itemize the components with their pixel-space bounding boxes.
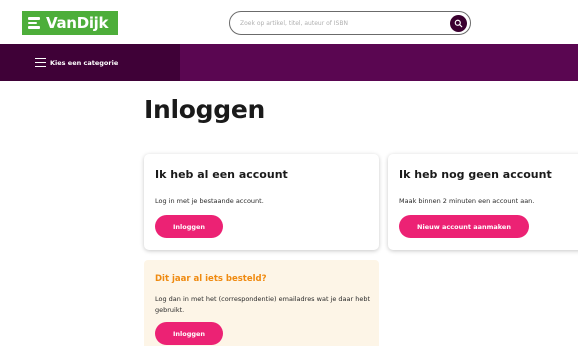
order-email-login-button[interactable]: Inloggen (155, 322, 223, 345)
category-menu-label: Kies een categorie (50, 58, 119, 67)
page-title: Inloggen (144, 95, 265, 124)
search-input[interactable] (240, 14, 440, 32)
card-title: Ik heb nog geen account (399, 168, 552, 181)
card-text: Log dan in met het (correspondentie) ema… (155, 295, 371, 314)
logo-text: VanDijk (46, 14, 109, 32)
create-account-button[interactable]: Nieuw account aanmaken (399, 215, 529, 238)
category-menu-button[interactable]: Kies een categorie (0, 44, 180, 81)
vandijk-logo[interactable]: VanDijk (22, 11, 118, 35)
logo-lines-icon (28, 17, 42, 29)
site-header: VanDijk (0, 0, 578, 44)
hamburger-menu-icon (35, 58, 46, 67)
card-text: Log in met je bestaande account. (155, 197, 264, 205)
search-bar (229, 11, 471, 35)
card-title: Ik heb al een account (155, 168, 288, 181)
prior-order-login-card: Dit jaar al iets besteld? Log dan in met… (144, 260, 379, 346)
main-nav-bar: Kies een categorie (0, 44, 578, 81)
login-existing-account-card: Ik heb al een account Log in met je best… (144, 154, 379, 250)
login-button[interactable]: Inloggen (155, 215, 223, 238)
search-button[interactable] (450, 14, 467, 32)
card-text: Maak binnen 2 minuten een account aan. (399, 197, 535, 205)
create-account-card: Ik heb nog geen account Maak binnen 2 mi… (388, 154, 578, 250)
search-icon (454, 19, 463, 27)
card-title: Dit jaar al iets besteld? (155, 274, 267, 284)
